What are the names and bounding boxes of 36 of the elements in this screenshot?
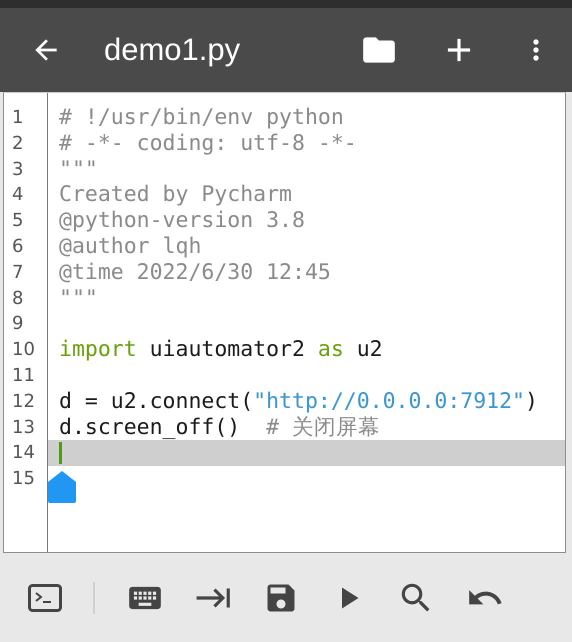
code-comment: """ — [59, 286, 98, 311]
code-comment: @time 2022/6/30 12:45 — [59, 260, 331, 285]
line-number: 10 — [11, 338, 36, 362]
line-number: 15 — [11, 467, 36, 492]
code-keyword: import — [59, 337, 137, 362]
cursor-handle-icon[interactable] — [47, 470, 77, 504]
code-text: d = u2.connect( — [59, 388, 254, 414]
line-number: 14 — [11, 441, 36, 466]
line-number: 1 — [11, 106, 24, 130]
line-number: 13 — [11, 416, 36, 440]
code-comment: Created by Pycharm — [59, 182, 292, 208]
line-number: 12 — [11, 390, 36, 414]
code-string: "http://0.0.0.0:7912" — [253, 388, 525, 414]
file-title: demo1.py — [104, 32, 242, 68]
code-comment: # !/usr/bin/env python — [59, 105, 344, 130]
code-comment: @python-version 3.8 — [59, 208, 305, 234]
line-number: 6 — [11, 234, 24, 259]
line-number: 4 — [11, 183, 24, 208]
line-number: 7 — [11, 260, 24, 285]
line-number: 5 — [11, 209, 24, 234]
code-text: uiautomator2 — [148, 337, 306, 362]
code-comment: # -*- coding: utf-8 -*- — [59, 130, 357, 156]
line-number: 11 — [11, 364, 36, 388]
line-number: 9 — [11, 312, 24, 336]
code-keyword: as — [318, 337, 344, 362]
code-comment: # 关闭屏幕 — [266, 414, 380, 440]
line-number: 2 — [11, 132, 24, 156]
line-number: 3 — [11, 158, 24, 182]
code-comment: """ — [59, 156, 98, 182]
terminal-icon[interactable] — [28, 584, 62, 612]
code-text: u2 — [356, 337, 383, 362]
text-cursor — [59, 442, 62, 464]
code-text: d.screen_off() — [59, 414, 242, 440]
line-number: 8 — [11, 286, 24, 311]
code-comment: @author lqh — [59, 234, 202, 259]
code-text: ) — [525, 388, 538, 414]
